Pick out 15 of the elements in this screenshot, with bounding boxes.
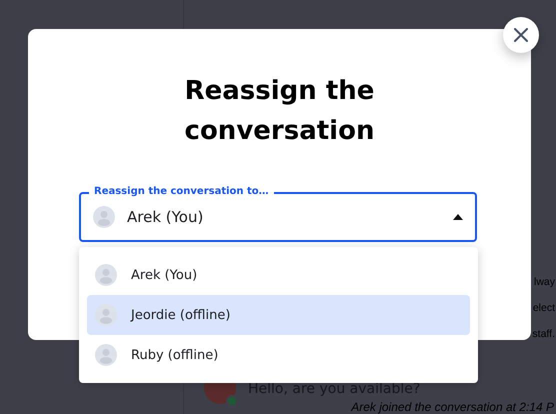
- background-text: staff.: [532, 327, 555, 342]
- menu-item[interactable]: Ruby (offline): [87, 335, 470, 375]
- avatar-icon: [93, 206, 115, 228]
- close-button[interactable]: [503, 17, 539, 53]
- background-text: elect: [532, 301, 555, 316]
- avatar-icon: [95, 304, 117, 326]
- avatar-icon: [95, 264, 117, 286]
- avatar-icon: [95, 344, 117, 366]
- background-text: lway: [534, 275, 555, 290]
- menu-item[interactable]: Jeordie (offline): [87, 295, 470, 335]
- menu-item[interactable]: Arek (You): [87, 255, 470, 295]
- close-icon: [514, 28, 528, 42]
- event-note: Arek joined the conversation at 2:14 P: [351, 400, 554, 414]
- dialog-title: Reassign the conversation: [184, 75, 376, 148]
- caret-icon: [453, 214, 463, 220]
